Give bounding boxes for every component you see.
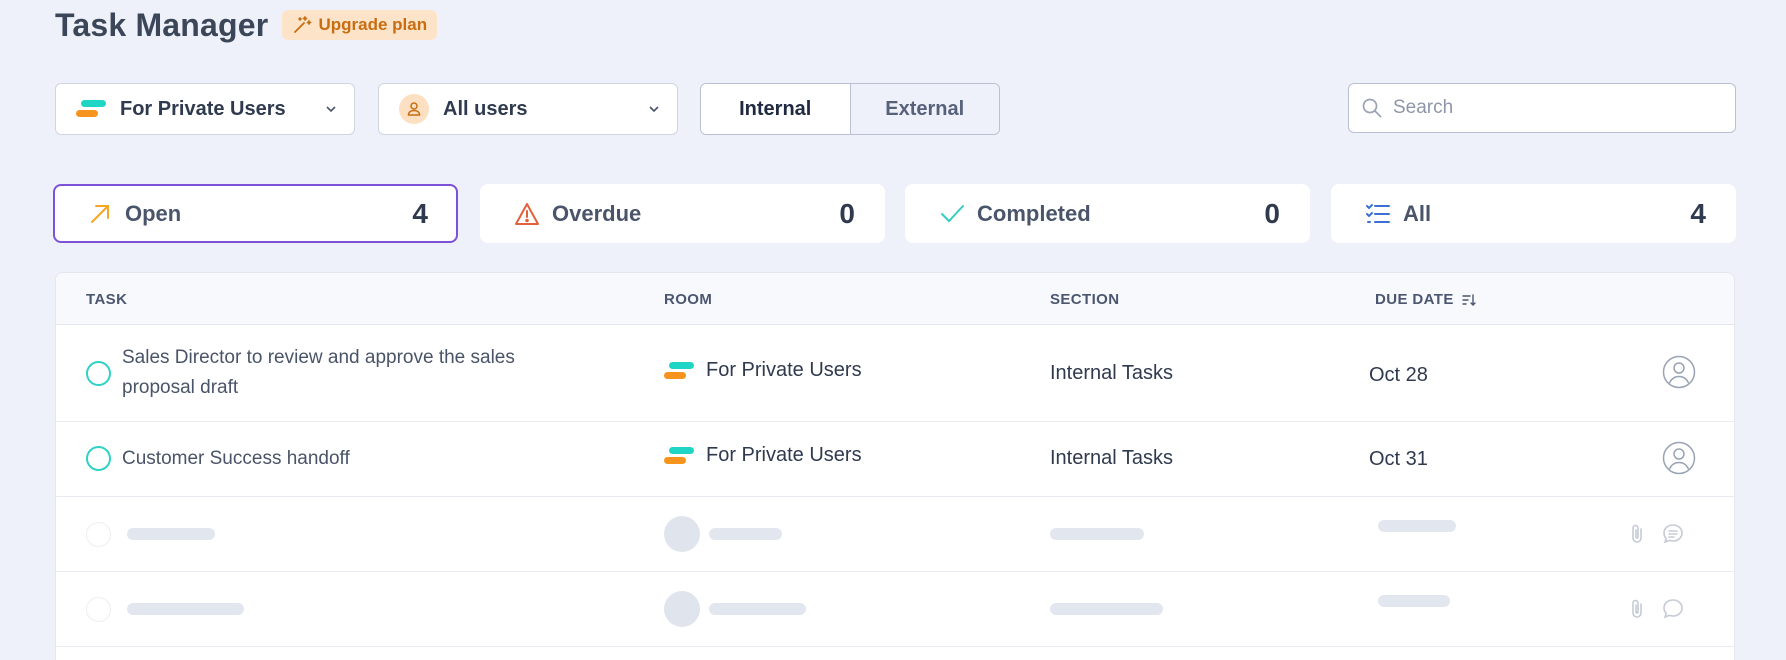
filter-bar: For Private Users All users Internal Ext…: [55, 83, 1736, 135]
column-task[interactable]: TASK: [86, 291, 127, 308]
stat-count: 4: [1690, 197, 1706, 229]
comment-icon: [1663, 599, 1683, 619]
stat-card-all[interactable]: All 4: [1331, 184, 1736, 243]
table-row[interactable]: Customer Success handoff For Private Use…: [56, 422, 1734, 497]
tab-internal[interactable]: Internal: [701, 84, 850, 134]
chevron-down-icon: [326, 106, 336, 113]
stat-card-open[interactable]: Open 4: [53, 184, 458, 243]
internal-external-toggle: Internal External: [700, 83, 1000, 135]
stat-count: 0: [839, 197, 855, 229]
magic-wand-icon: [294, 16, 312, 33]
user-icon: [399, 94, 429, 124]
task-complete-checkbox[interactable]: [86, 446, 111, 471]
check-icon: [941, 204, 964, 222]
search-input[interactable]: [1393, 97, 1723, 119]
stat-card-overdue[interactable]: Overdue 0: [480, 184, 885, 243]
task-complete-checkbox[interactable]: [86, 361, 111, 386]
column-due-date[interactable]: DUE DATE: [1375, 291, 1476, 308]
skeleton-avatar: [664, 591, 700, 627]
skeleton-bar: [1050, 603, 1163, 615]
skeleton-row: [56, 572, 1734, 647]
due-date-cell[interactable]: Oct 31: [1369, 448, 1428, 471]
column-room[interactable]: ROOM: [664, 291, 712, 308]
page-header: Task Manager Upgrade plan: [55, 4, 438, 46]
due-date-cell[interactable]: Oct 28: [1369, 364, 1428, 387]
stat-cards: Open 4 Overdue 0 Completed 0 All 4: [53, 184, 1736, 243]
room-logo-icon: [664, 361, 694, 381]
skeleton-checkbox: [86, 597, 111, 622]
search-icon: [1362, 98, 1382, 118]
task-table: TASK ROOM SECTION DUE DATE Sales Directo…: [55, 272, 1735, 660]
paperclip-icon: [1632, 599, 1642, 618]
page-title: Task Manager: [55, 6, 269, 43]
stat-count: 4: [412, 197, 428, 229]
table-row[interactable]: Sales Director to review and approve the…: [56, 325, 1734, 422]
arrow-up-right-icon: [91, 204, 109, 223]
skeleton-bar: [127, 528, 215, 540]
table-header: TASK ROOM SECTION DUE DATE: [56, 273, 1734, 325]
chevron-down-icon: [649, 106, 659, 113]
tab-external[interactable]: External: [849, 84, 999, 134]
stat-label: Open: [125, 200, 182, 226]
user-dropdown-label: All users: [443, 97, 528, 120]
user-circle-icon: [1662, 355, 1696, 389]
user-circle-icon: [1662, 441, 1696, 475]
warning-icon: [515, 202, 539, 225]
upgrade-plan-label: Upgrade plan: [318, 15, 428, 34]
stat-label: Overdue: [552, 200, 642, 226]
user-dropdown[interactable]: All users: [378, 83, 678, 135]
sort-icon[interactable]: [1462, 293, 1476, 307]
skeleton-avatar: [664, 516, 700, 552]
task-title[interactable]: Sales Director to review and approve the…: [122, 343, 515, 403]
stat-card-completed[interactable]: Completed 0: [905, 184, 1310, 243]
column-section[interactable]: SECTION: [1050, 291, 1119, 308]
room-cell: For Private Users: [664, 444, 862, 467]
skeleton-checkbox: [86, 522, 111, 547]
skeleton-bar: [709, 528, 782, 540]
section-cell: Internal Tasks: [1050, 362, 1174, 384]
skeleton-bar: [1050, 528, 1144, 540]
upgrade-plan-button[interactable]: Upgrade plan: [282, 10, 438, 40]
comment-lines-icon: [1663, 524, 1683, 544]
stat-count: 0: [1264, 197, 1280, 229]
paperclip-icon: [1632, 524, 1642, 543]
stat-label: All: [1403, 200, 1432, 226]
section-cell: Internal Tasks: [1050, 447, 1174, 469]
assignee-avatar[interactable]: [1662, 441, 1696, 475]
room-dropdown-label: For Private Users: [120, 97, 286, 120]
search-box: [1348, 83, 1736, 133]
room-cell: For Private Users: [664, 359, 862, 382]
assignee-avatar[interactable]: [1662, 355, 1696, 389]
skeleton-bar: [127, 603, 244, 615]
skeleton-bar: [1378, 595, 1450, 607]
skeleton-bar: [1378, 520, 1456, 532]
room-logo-icon: [76, 99, 106, 119]
skeleton-bar: [709, 603, 806, 615]
list-check-icon: [1366, 203, 1390, 223]
task-title[interactable]: Customer Success handoff: [122, 444, 350, 474]
stat-label: Completed: [977, 200, 1091, 226]
room-dropdown[interactable]: For Private Users: [55, 83, 355, 135]
skeleton-row: [56, 497, 1734, 572]
room-logo-icon: [664, 446, 694, 466]
